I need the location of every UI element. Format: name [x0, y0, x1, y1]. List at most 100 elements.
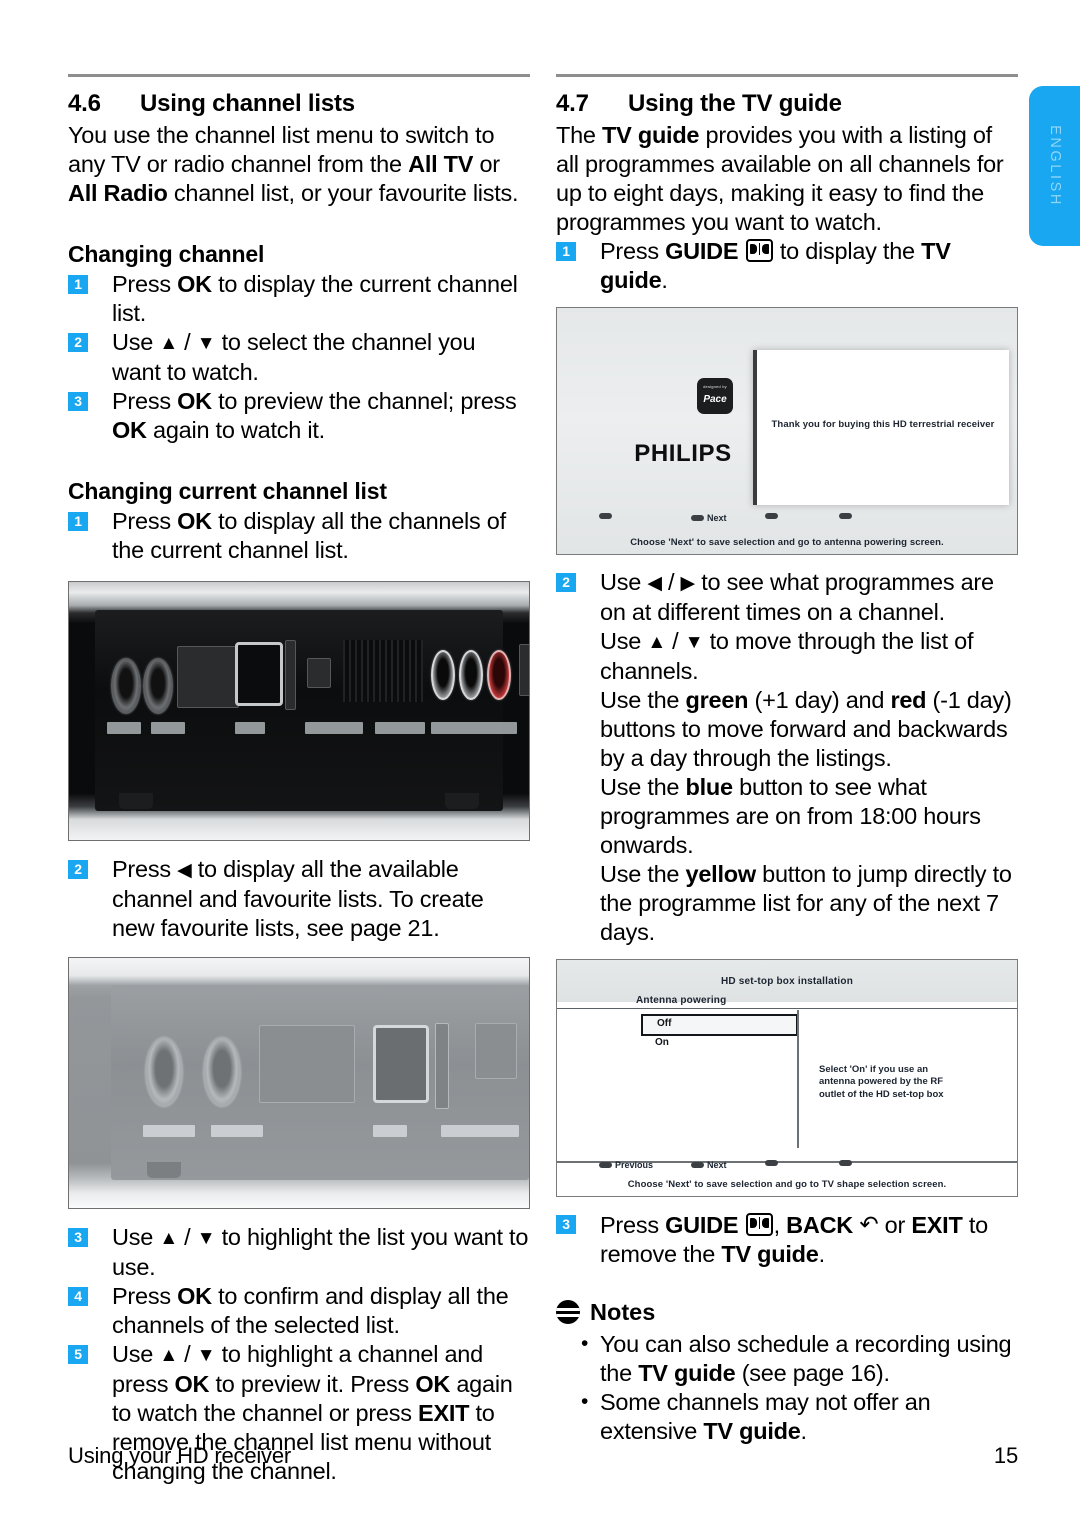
ventilation-grille [343, 639, 423, 702]
step-badge: 2 [556, 572, 576, 592]
step-text: Use ▲ / ▼ to select the channel you want… [112, 328, 476, 385]
section-number: 4.6 [68, 89, 101, 117]
notes-icon [556, 1300, 580, 1324]
yellow-button-label: yellow [685, 860, 757, 887]
step-item: 3 Press OK to preview the channel; press… [68, 387, 530, 445]
manual-page: ENGLISH 4.6 Using channel lists You use t… [0, 0, 1080, 1527]
connector-label-1 [107, 721, 141, 734]
softkey-pill-icon [691, 1161, 704, 1168]
note-suffix: (see page 16). [735, 1359, 890, 1386]
step-item: 1 Press OK to display the current channe… [68, 270, 530, 328]
arrow-down-icon: ▼ [684, 631, 704, 653]
step-badge: 3 [68, 391, 88, 411]
softkey-next[interactable]: Next [691, 513, 727, 523]
softkey-pill-icon [839, 1159, 852, 1166]
pace-logo-badge: designed by Pace [697, 377, 733, 414]
arrow-down-icon: ▼ [196, 1344, 216, 1366]
back-arrow-icon: ↶ [859, 1210, 879, 1237]
step-badge: 1 [68, 511, 88, 531]
step-item: 1 Press GUIDE to display the TV guide. [556, 237, 1018, 295]
subheading-changing-current-channel-list: Changing current channel list [68, 477, 387, 504]
rear-panel-photo-zoom [69, 957, 529, 1208]
step-badge: 1 [68, 274, 88, 294]
tv-guide-step-2: 2 Use ◀ / ▶ to see what programmes are o… [556, 568, 1018, 947]
step-badge: 2 [68, 859, 88, 879]
arrow-up-icon: ▲ [159, 332, 178, 354]
connector-block-a [259, 1025, 355, 1103]
note-suffix: . [800, 1417, 808, 1444]
green-button-label: green [685, 686, 749, 713]
red-button-label: red [890, 686, 927, 713]
connector-scart-left [111, 657, 141, 714]
softkey-pill-icon [599, 1161, 612, 1168]
philips-logo: PHILIPS [634, 439, 732, 467]
tv-guide-step-1: 1 Press GUIDE to display the TV guide. [556, 237, 1018, 295]
softkey-blank-1 [599, 512, 612, 519]
section-title: Using the TV guide [628, 89, 842, 117]
changing-list-steps-part-2: 2 Press ◀ to display all the available c… [68, 855, 530, 943]
step-item: 4 Press OK to confirm and display all th… [68, 1282, 530, 1340]
chassis-foot-left [147, 1162, 181, 1178]
connector-label-2 [211, 1125, 263, 1137]
arrow-up-icon: ▲ [159, 1344, 178, 1366]
step-text: Press OK to confirm and display all the … [112, 1282, 509, 1338]
all-radio-bold: All Radio [68, 179, 168, 206]
step-text: Press GUIDE to display the TV guide. [600, 237, 951, 293]
step-item: 3 Press GUIDE , BACK ↶ or EXIT to remove… [556, 1210, 1018, 1269]
softkey-blank-3 [839, 512, 852, 519]
antenna-softkey-row: Previous Next [557, 1159, 1017, 1174]
left-intro-paragraph: You use the channel list menu to switch … [68, 121, 519, 206]
step-badge: 1 [556, 241, 576, 261]
guide-key-label: GUIDE [665, 237, 739, 264]
blue-button-label: blue [685, 773, 734, 800]
arrow-left-icon: ◀ [647, 572, 662, 594]
arrow-up-icon: ▲ [159, 1227, 178, 1249]
step-text: Press OK to preview the channel; press O… [112, 387, 517, 443]
step-3-sep-1: , [773, 1211, 787, 1238]
changing-list-steps-part-1: 1 Press OK to display all the channels o… [68, 507, 530, 565]
tv-guide-step-3: 3 Press GUIDE , BACK ↶ or EXIT to remove… [556, 1210, 1018, 1269]
step-item: 2 Press ◀ to display all the available c… [68, 855, 530, 943]
step-2-line-5: Use the yellow button to jump directly t… [556, 860, 1018, 947]
connector-scart-left [145, 1037, 183, 1107]
connector-rca-video [431, 649, 455, 700]
connector-rca-audio-left [459, 649, 483, 700]
softkey-blank-2 [839, 1159, 852, 1166]
step-3-sep-2: or [878, 1211, 912, 1238]
step-3-prefix: Press [600, 1211, 666, 1238]
step-2-line-3: Use the green (+1 day) and red (-1 day) … [556, 686, 1018, 773]
welcome-softkey-row: Next [557, 512, 1017, 527]
footer-chapter-label: Using your HD receiver [68, 1443, 292, 1468]
notes-heading: Notes [556, 1299, 1018, 1326]
softkey-previous[interactable]: Previous [599, 1160, 653, 1170]
right-intro-paragraph: The TV guide provides you with a listing… [556, 121, 1004, 235]
connector-label-5 [375, 721, 425, 734]
language-tab-label: ENGLISH [1046, 125, 1063, 207]
chassis-foot-right [445, 793, 479, 810]
softkey-next-label: Next [707, 1159, 727, 1170]
connector-scart-right [143, 657, 173, 714]
connector-label-3 [373, 1125, 407, 1137]
step-text: Press ◀ to display all the available cha… [112, 855, 484, 941]
softkey-next[interactable]: Next [691, 1160, 727, 1170]
antenna-help-text: Select 'On' if you use an antenna powere… [819, 1063, 944, 1100]
section-heading-4-6: 4.6 Using channel lists [68, 90, 530, 118]
antenna-option-off[interactable]: Off [641, 1013, 798, 1036]
guide-key-label: GUIDE [665, 1211, 739, 1238]
connector-label-1 [143, 1125, 195, 1137]
chassis-foot-left [119, 793, 153, 810]
line-3-middle: (+1 day) and [748, 686, 891, 713]
antenna-screen-divider [557, 1007, 1017, 1009]
antenna-option-on[interactable]: On [655, 1037, 669, 1048]
step-3-end: . [818, 1240, 826, 1267]
connector-scart-right [203, 1037, 241, 1107]
antenna-screen-title: HD set-top box installation [720, 975, 854, 987]
rear-panel-photo [69, 581, 529, 840]
rear-panel-body [95, 609, 529, 812]
softkey-previous-label: Previous [615, 1159, 654, 1170]
softkey-blank-1 [765, 1159, 778, 1166]
bullet-icon: • [581, 1331, 589, 1355]
right-column: 4.7 Using the TV guide The TV guide provi… [556, 74, 1018, 1446]
step-text: Use ◀ / ▶ to see what programmes are on … [600, 568, 994, 625]
step-badge: 3 [68, 1227, 88, 1247]
